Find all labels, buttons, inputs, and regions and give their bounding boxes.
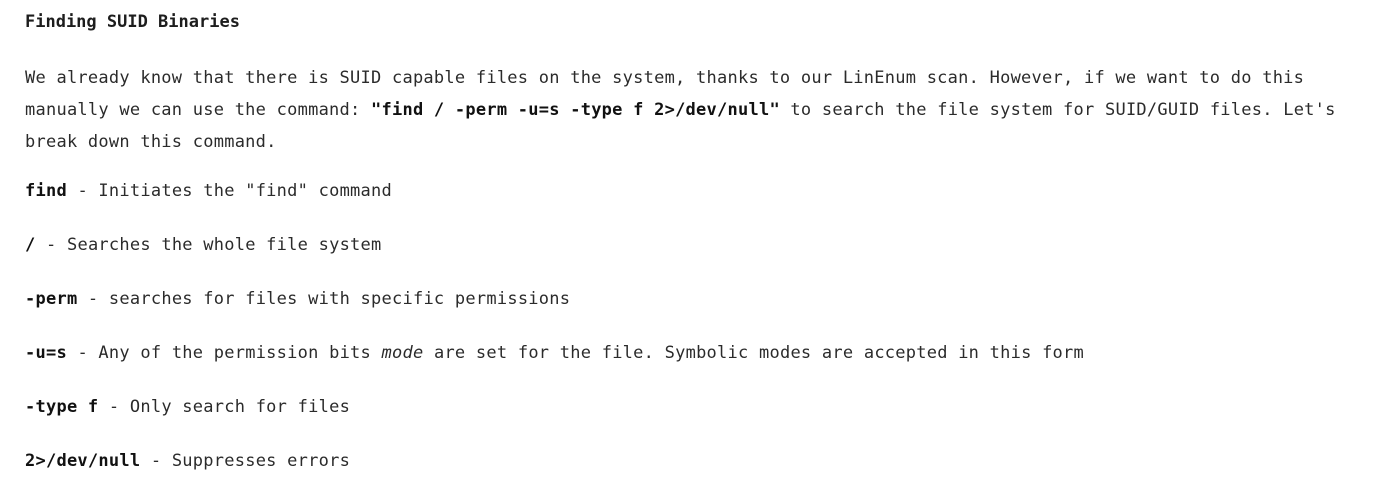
definition-separator: -	[35, 235, 67, 255]
definition-description: searches for files with specific permiss…	[108, 289, 571, 309]
definition-separator: -	[140, 451, 172, 471]
definition-description: Initiates the "find" command	[98, 181, 392, 201]
definition-description-end: are set for the file. Symbolic modes are…	[423, 343, 1085, 363]
definition-term: find	[25, 181, 67, 201]
definition-separator: -	[66, 343, 99, 363]
intro-command: "find / -perm -u=s -type f 2>/dev/null"	[371, 100, 780, 120]
definition-term: 2>/dev/null	[25, 451, 141, 471]
definition-separator: -	[77, 289, 109, 309]
definition-separator: -	[66, 181, 99, 201]
definition-dev-null: 2>/dev/null - Suppresses errors	[25, 446, 1400, 476]
definition-description: Suppresses errors	[171, 451, 351, 471]
definition-term: /	[25, 235, 36, 255]
definition-find: find - Initiates the "find" command	[25, 176, 1400, 206]
definition-description-start: Any of the permission bits	[98, 343, 382, 363]
definition-term: -perm	[25, 289, 78, 309]
definition-description: Only search for files	[129, 397, 351, 417]
definition-term: -type f	[25, 397, 99, 417]
definition-separator: -	[98, 397, 130, 417]
definition-perm: -perm - searches for files with specific…	[25, 284, 1400, 314]
definition-description: Searches the whole file system	[66, 235, 382, 255]
command-breakdown-list: find - Initiates the "find" command / - …	[25, 176, 1400, 476]
definition-u-s: -u=s - Any of the permission bits mode a…	[25, 338, 1400, 368]
document-page: Finding SUID Binaries We already know th…	[0, 0, 1400, 489]
definition-type-f: -type f - Only search for files	[25, 392, 1400, 422]
definition-root: / - Searches the whole file system	[25, 230, 1400, 260]
section-heading: Finding SUID Binaries	[25, 12, 240, 32]
definition-emphasis: mode	[381, 343, 424, 363]
intro-paragraph: We already know that there is SUID capab…	[25, 62, 1385, 158]
definition-term: -u=s	[25, 343, 67, 363]
